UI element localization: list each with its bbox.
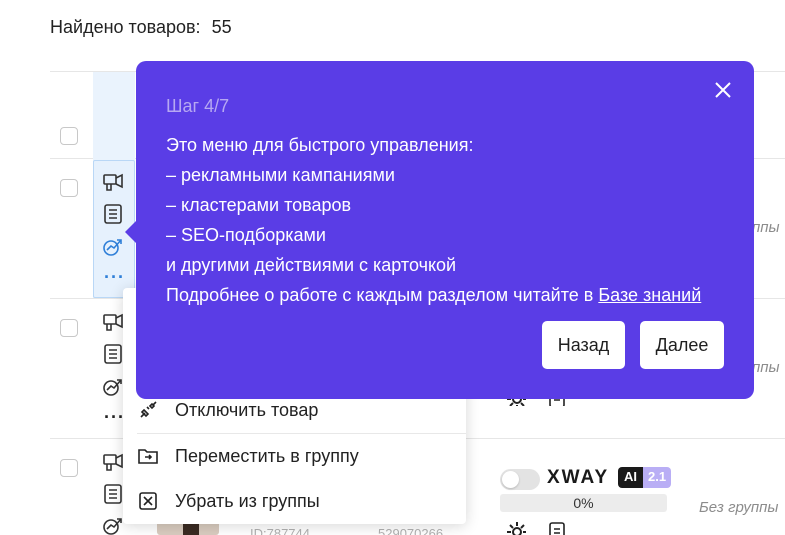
move-folder-icon: [137, 445, 159, 467]
onboarding-tooltip: Шаг 4/7 Это меню для быстрого управления…: [136, 61, 754, 399]
tour-line: Это меню для быстрого управления:: [166, 135, 474, 155]
progress-bar: 0%: [500, 494, 667, 512]
tour-line: – кластерами товаров: [166, 195, 352, 215]
found-products-summary: Найдено товаров: 55: [50, 17, 232, 38]
tour-more-text: Подробнее о работе с каждым разделом чит…: [166, 285, 599, 305]
seo-growth-icon[interactable]: [102, 515, 124, 535]
close-icon[interactable]: [712, 79, 734, 101]
group-label: Без группы: [699, 499, 779, 516]
settings-gear-icon[interactable]: [506, 521, 526, 535]
notes-icon[interactable]: [546, 521, 566, 535]
product-sku: 529070266: [378, 526, 444, 535]
remove-box-icon: [137, 490, 159, 512]
ai-badge: AI 2.1: [618, 467, 672, 488]
ad-campaign-icon[interactable]: [102, 172, 124, 194]
menu-item-move-to-group[interactable]: Переместить в группу: [123, 434, 466, 478]
clusters-list-icon[interactable]: [102, 483, 124, 505]
row-checkbox[interactable]: [60, 179, 78, 197]
product-id: ID:787744: [250, 526, 310, 535]
group-label: ппы: [752, 359, 780, 376]
seo-growth-icon[interactable]: [102, 376, 124, 398]
knowledge-base-link[interactable]: Базе знаний: [598, 285, 701, 305]
tour-line: – SEO-подборками: [166, 225, 326, 245]
tour-more-line: Подробнее о работе с каждым разделом чит…: [166, 280, 701, 310]
tour-line: и другими действиями с карточкой: [166, 255, 457, 275]
xway-brand: XWAY: [547, 467, 610, 488]
found-count: 55: [211, 17, 232, 37]
toggle-knob: [502, 471, 519, 488]
menu-item-remove-from-group[interactable]: Убрать из группы: [123, 479, 466, 523]
menu-item-label: Убрать из группы: [175, 490, 320, 511]
xway-toggle[interactable]: [500, 469, 540, 490]
row-checkbox[interactable]: [60, 319, 78, 337]
seo-growth-icon[interactable]: [102, 236, 124, 258]
clusters-list-icon[interactable]: [102, 343, 124, 365]
unplug-icon: [137, 399, 159, 421]
row-checkbox[interactable]: [60, 459, 78, 477]
select-all-checkbox[interactable]: [60, 127, 78, 145]
tour-line: – рекламными кампаниями: [166, 165, 395, 185]
tour-step-counter: Шаг 4/7: [166, 96, 230, 116]
more-actions-icon[interactable]: ···: [104, 268, 125, 286]
menu-item-label: Переместить в группу: [175, 445, 359, 466]
ad-campaign-icon[interactable]: [102, 312, 124, 334]
clusters-list-icon[interactable]: [102, 203, 124, 225]
ad-campaign-icon[interactable]: [102, 452, 124, 474]
back-button[interactable]: Назад: [542, 321, 625, 369]
ai-version: 2.1: [643, 467, 672, 488]
progress-text: 0%: [573, 495, 594, 511]
found-label: Найдено товаров:: [50, 17, 201, 37]
next-button[interactable]: Далее: [640, 321, 724, 369]
group-label: ппы: [752, 219, 780, 236]
more-actions-icon[interactable]: ···: [104, 408, 125, 426]
menu-item-label: Отключить товар: [175, 399, 319, 420]
tour-text: Это меню для быстрого управления: – рекл…: [166, 130, 701, 310]
ai-label: AI: [618, 467, 643, 488]
